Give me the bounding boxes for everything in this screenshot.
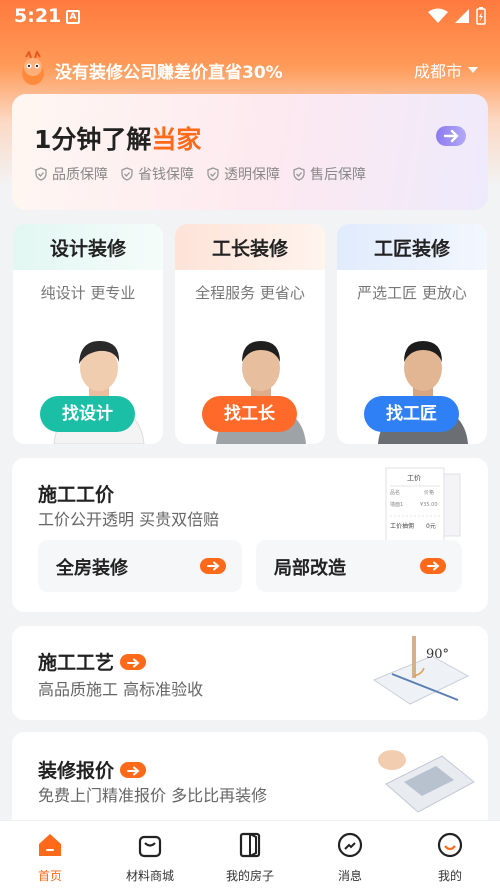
- top-header: 没有装修公司赚差价直省30% 成都市: [0, 48, 500, 92]
- city-selector[interactable]: 成都市: [414, 58, 478, 82]
- guarantee-list: 品质保障 省钱保障 透明保障 售后保障: [34, 164, 366, 184]
- design-service-card[interactable]: 设计装修 纯设计 更专业 找设计: [13, 224, 163, 444]
- arrow-right-icon: [120, 761, 147, 778]
- quote-title: 装修报价: [38, 756, 147, 783]
- profile-icon: [437, 832, 463, 858]
- foreman-service-subtitle: 全程服务 更省心: [195, 284, 305, 302]
- design-service-title: 设计装修: [13, 224, 163, 270]
- receipt-total-label: 工价抽佣: [390, 522, 414, 530]
- shield-check-icon: [121, 167, 133, 181]
- home-icon: [39, 834, 61, 856]
- partial-renovation-label: 局部改造: [274, 558, 346, 579]
- shield-check-icon: [293, 167, 305, 181]
- craft-subtitle: 高品质施工 高标准验收: [38, 680, 204, 699]
- status-icons: [428, 7, 486, 25]
- nav-my-house[interactable]: 我的房子: [200, 821, 300, 888]
- find-foreman-button[interactable]: 找工长: [202, 396, 297, 432]
- shield-check-icon: [35, 167, 47, 181]
- find-designer-button[interactable]: 找设计: [40, 396, 135, 432]
- craft-title: 施工工艺: [38, 648, 147, 675]
- quote-title-label: 装修报价: [38, 760, 115, 782]
- find-craftsman-button[interactable]: 找工匠: [364, 396, 459, 432]
- craftsman-service-subtitle: 严选工匠 更放心: [357, 284, 467, 302]
- receipt-row-item: 墙面1: [390, 501, 403, 508]
- nav-home-label: 首页: [37, 869, 62, 883]
- door-icon: [239, 832, 261, 858]
- nav-my-house-label: 我的房子: [225, 869, 274, 883]
- craftsman-service-title: 工匠装修: [337, 224, 487, 270]
- partial-renovation-button[interactable]: 局部改造: [256, 540, 462, 592]
- receipt-illustration: 工价 品名 价格 墙面1 ¥35.00 工价抽佣 0元: [385, 467, 461, 543]
- guarantee-label: 售后保障: [310, 167, 366, 183]
- guarantee-item: 品质保障: [34, 164, 108, 184]
- craft-title-label: 施工工艺: [38, 652, 115, 674]
- whole-house-label: 全房装修: [56, 558, 128, 579]
- guarantee-item: 售后保障: [292, 164, 366, 184]
- foreman-service-card[interactable]: 工长装修 全程服务 更省心 找工长: [175, 224, 325, 444]
- banner-title-highlight: 当家: [151, 125, 202, 154]
- angle-label: 90°: [426, 647, 449, 662]
- receipt-total-value: 0元: [426, 523, 436, 530]
- message-icon: [337, 832, 363, 858]
- banner-title-prefix: 1分钟了解: [34, 125, 152, 154]
- battery-icon: [476, 7, 486, 25]
- guarantee-item: 省钱保障: [120, 164, 194, 184]
- receipt-col-price: 价格: [424, 489, 434, 496]
- nav-home[interactable]: 首页: [0, 821, 100, 888]
- app-notification-icon: A: [66, 10, 80, 24]
- intro-banner[interactable]: 1分钟了解当家 品质保障 省钱保障 透明保障 售后保障: [12, 94, 488, 210]
- construction-price-card[interactable]: 施工工价 工价公开透明 买贵双倍赔 工价 品名 价格 墙面1 ¥35.00 工价…: [12, 458, 488, 612]
- receipt-heading: 工价: [407, 474, 421, 482]
- shield-check-icon: [207, 167, 219, 181]
- wifi-icon: [428, 8, 448, 23]
- bag-icon: [138, 835, 162, 858]
- quote-subtitle: 免费上门精准报价 多比比再装修: [38, 786, 268, 805]
- arrow-right-icon: [200, 558, 226, 574]
- guarantee-label: 透明保障: [224, 167, 280, 183]
- guarantee-label: 品质保障: [52, 167, 108, 183]
- status-bar: 5:21 A: [0, 0, 500, 36]
- foreman-service-title: 工长装修: [175, 224, 325, 270]
- arrow-right-icon[interactable]: [436, 126, 466, 146]
- nav-profile-label: 我的: [437, 869, 462, 883]
- city-label: 成都市: [413, 62, 462, 81]
- bottom-navigation: 首页 材料商城 我的房子 消息 我的: [0, 820, 500, 888]
- arrow-right-icon: [120, 653, 147, 670]
- receipt-row-price: ¥35.00: [420, 502, 438, 508]
- nav-messages-label: 消息: [337, 869, 362, 883]
- nav-messages[interactable]: 消息: [300, 821, 400, 888]
- receipt-col-item: 品名: [390, 489, 400, 496]
- calculator-illustration: [378, 750, 475, 813]
- nav-profile[interactable]: 我的: [400, 821, 500, 888]
- guarantee-label: 省钱保障: [138, 167, 194, 183]
- nav-material-mall[interactable]: 材料商城: [100, 821, 200, 888]
- status-time: 5:21: [14, 5, 62, 27]
- banner-title: 1分钟了解当家: [34, 120, 201, 156]
- price-subtitle: 工价公开透明 买贵双倍赔: [38, 510, 220, 529]
- price-title: 施工工价: [38, 484, 115, 506]
- construction-craft-card[interactable]: 施工工艺 高品质施工 高标准验收 90°: [12, 626, 488, 720]
- signal-icon: [455, 9, 469, 23]
- design-service-subtitle: 纯设计 更专业: [40, 284, 136, 302]
- nav-material-mall-label: 材料商城: [125, 869, 174, 883]
- slogan-text: 没有装修公司赚差价直省30%: [55, 63, 283, 83]
- chevron-down-icon: [468, 67, 478, 73]
- whole-house-button[interactable]: 全房装修: [38, 540, 242, 592]
- right-angle-illustration: 90°: [372, 636, 470, 705]
- craftsman-service-card[interactable]: 工匠装修 严选工匠 更放心 找工匠: [337, 224, 487, 444]
- arrow-right-icon: [420, 558, 446, 574]
- guarantee-item: 透明保障: [206, 164, 280, 184]
- mascot-logo-icon: [22, 51, 44, 85]
